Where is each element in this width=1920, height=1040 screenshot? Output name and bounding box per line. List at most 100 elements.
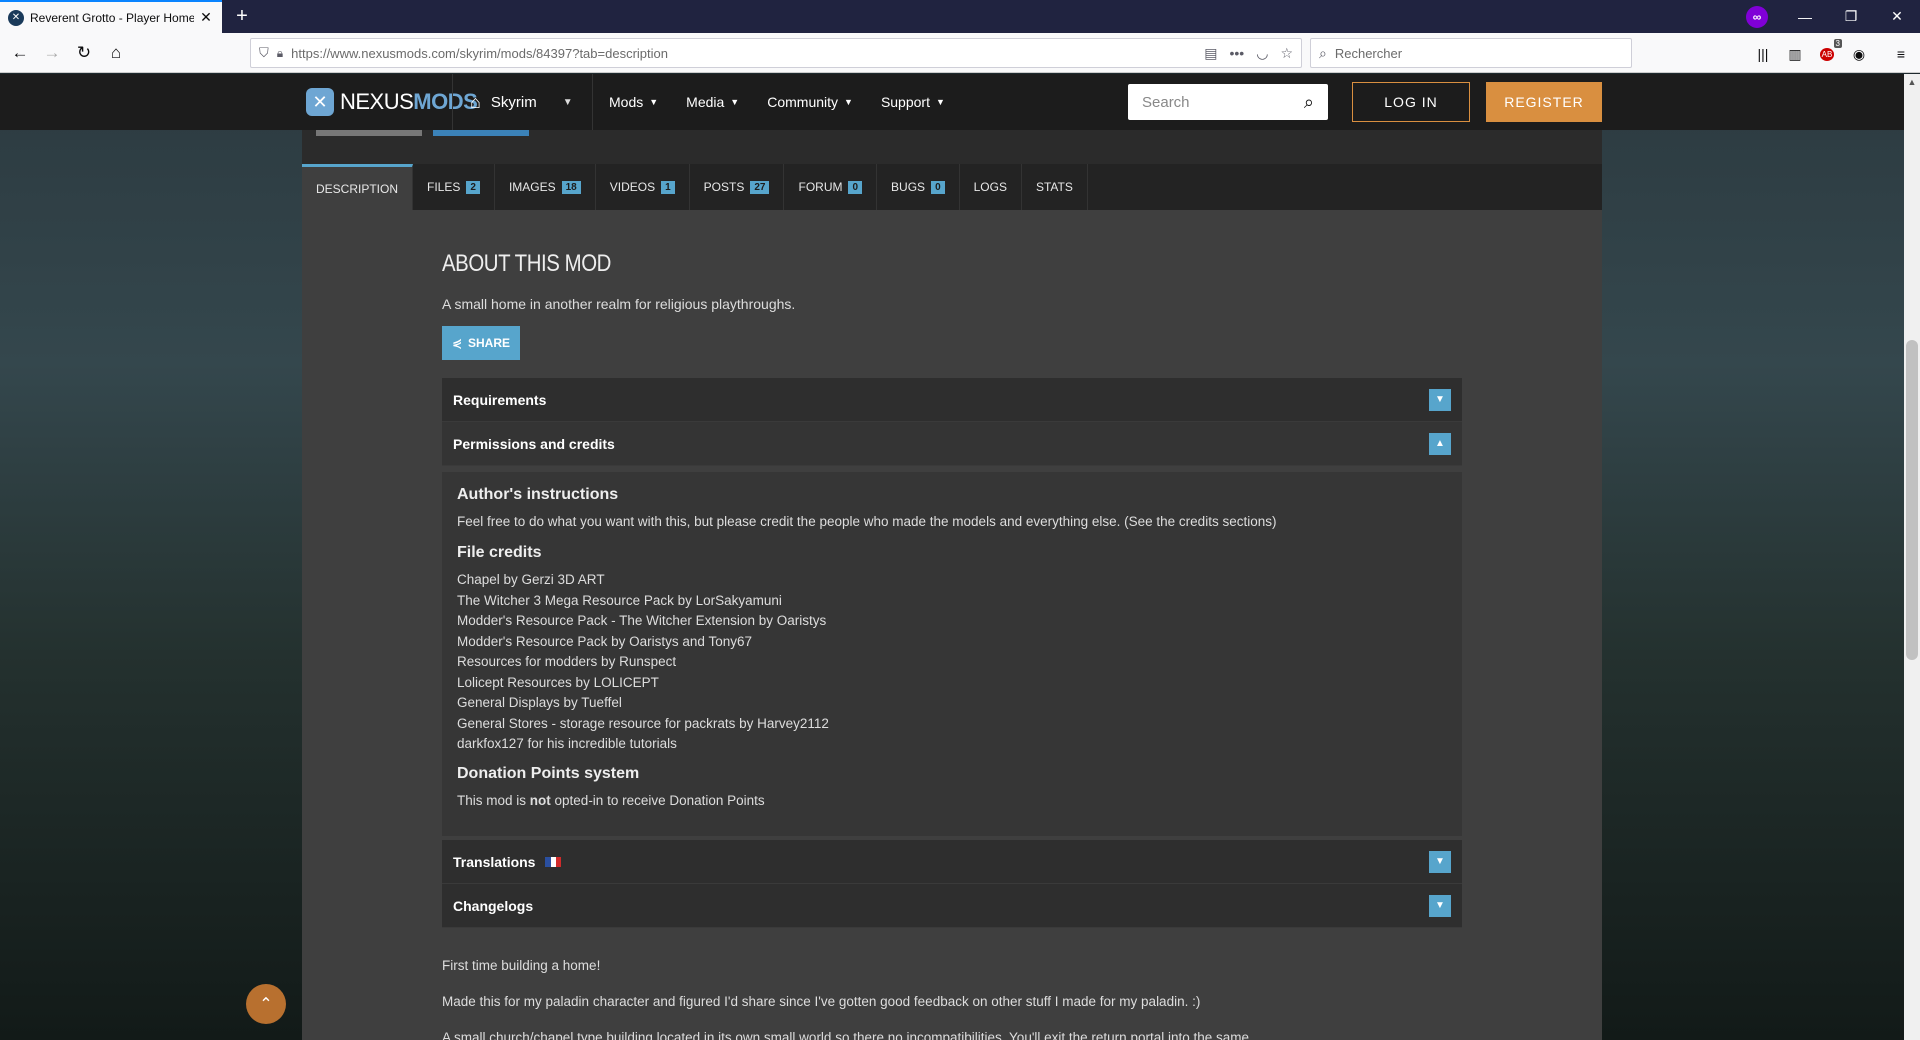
tab-logs[interactable]: LOGS [960, 164, 1022, 210]
site-search-input[interactable]: Search ⌕ [1128, 84, 1328, 120]
description-paragraph: Made this for my paladin character and f… [442, 994, 1201, 1009]
chevron-down-icon: ▼ [562, 96, 573, 108]
accordion-requirements[interactable]: Requirements ▼ [442, 378, 1462, 422]
chevron-up-icon[interactable]: ▲ [1429, 432, 1451, 455]
tab-label: FILES [427, 180, 461, 194]
tab-files[interactable]: FILES 2 [413, 164, 495, 210]
reader-view-icon[interactable]: ▤ [1204, 45, 1217, 62]
private-browsing-icon: ∞ [1746, 6, 1768, 28]
forward-icon[interactable]: → [38, 39, 66, 67]
donation-points-text: This mod is not opted-in to receive Dona… [457, 791, 1447, 811]
nexus-logo-icon: ✕ [306, 88, 334, 116]
search-icon[interactable]: ⌕ [1304, 92, 1314, 113]
url-text[interactable]: https://www.nexusmods.com/skyrim/mods/84… [291, 46, 1192, 61]
login-button[interactable]: LOG IN [1352, 82, 1470, 122]
page-title: ABOUT THIS MOD [442, 250, 611, 277]
scroll-up-icon[interactable]: ▲ [1904, 74, 1920, 90]
tab-stats[interactable]: STATS [1022, 164, 1088, 210]
author-instructions-heading: Author's instructions [457, 486, 619, 503]
tracking-shield-icon[interactable]: ⛉ [259, 45, 269, 61]
browser-tab[interactable]: ✕ Reverent Grotto - Player Home ✕ [0, 0, 222, 33]
site-search-placeholder: Search [1142, 93, 1190, 111]
library-icon[interactable]: ||| [1752, 43, 1774, 65]
page-viewport: ✕ NEXUSMODS ⌂ Skyrim ▼ Mods ▼ Media ▼ Comm… [0, 74, 1904, 1040]
list-item: General Stores - storage resource for pa… [457, 715, 829, 731]
donation-text-bold: not [529, 792, 551, 808]
menu-label: Community [767, 94, 839, 110]
menu-support[interactable]: Support ▼ [881, 94, 945, 110]
sidebar-icon[interactable]: ▥ [1784, 43, 1806, 65]
close-tab-icon[interactable]: ✕ [198, 9, 214, 26]
nexus-favicon-icon: ✕ [8, 9, 24, 26]
author-instructions-text: Feel free to do what you want with this,… [457, 514, 1277, 529]
chevron-down-icon[interactable]: ▼ [1429, 388, 1451, 411]
logo-text: NEXUSMODS [340, 89, 478, 115]
tab-videos[interactable]: VIDEOS 1 [596, 164, 690, 210]
tab-forum[interactable]: FORUM 0 [784, 164, 878, 210]
minimize-window-icon[interactable]: — [1782, 0, 1828, 33]
house-icon: ⌂ [470, 91, 481, 112]
list-item: The Witcher 3 Mega Resource Pack by LorS… [457, 592, 782, 608]
description-paragraph: First time building a home! [442, 958, 601, 973]
donation-points-heading: Donation Points system [457, 764, 640, 782]
tab-label: DESCRIPTION [316, 181, 399, 196]
mod-content: DESCRIPTION FILES 2 IMAGES 18 VIDEOS 1 POST… [302, 130, 1602, 1040]
site-header: ✕ NEXUSMODS ⌂ Skyrim ▼ Mods ▼ Media ▼ Comm… [0, 74, 1904, 130]
browser-nav-bar: ← → ↻ ⌂ ⛉ 🔒︎ https://www.nexusmods.com/s… [0, 33, 1920, 73]
list-item: Resources for modders by Runspect [457, 654, 677, 669]
menu-label: Media [686, 94, 725, 110]
new-tab-icon[interactable]: + [230, 4, 254, 28]
accordion-title: Translations [453, 854, 1429, 870]
share-label: SHARE [468, 336, 511, 350]
tab-count-badge: 0 [848, 180, 863, 194]
accordion-changelogs[interactable]: Changelogs ▼ [442, 884, 1462, 928]
clipped-button[interactable] [433, 130, 529, 136]
bookmark-star-icon[interactable]: ☆ [1280, 45, 1293, 62]
tab-description[interactable]: DESCRIPTION [302, 164, 414, 210]
description-paragraph: A small church/chapel type building loca… [442, 1030, 1250, 1040]
menu-community[interactable]: Community ▼ [767, 94, 853, 110]
back-to-top-button[interactable]: ⌃ [246, 984, 286, 1024]
share-button[interactable]: ⋞ SHARE [442, 326, 520, 360]
accordion-title: Requirements [453, 391, 547, 408]
accordion-translations[interactable]: Translations ▼ [442, 840, 1462, 884]
list-item: Modder's Resource Pack - The Witcher Ext… [457, 613, 827, 628]
chevron-down-icon[interactable]: ▼ [1429, 894, 1451, 917]
clipped-button[interactable] [316, 130, 422, 136]
close-window-icon[interactable]: ✕ [1874, 0, 1920, 33]
scrollbar-thumb[interactable] [1906, 340, 1918, 660]
tab-images[interactable]: IMAGES 18 [495, 164, 596, 210]
url-bar[interactable]: ⛉ 🔒︎ https://www.nexusmods.com/skyrim/mo… [250, 38, 1302, 68]
account-icon[interactable]: ◉ [1848, 43, 1870, 65]
game-selector[interactable]: ⌂ Skyrim ▼ [470, 74, 573, 130]
mod-summary: A small home in another realm for religi… [442, 296, 796, 312]
adblock-icon[interactable]: AB 3 [1816, 39, 1842, 65]
french-flag-icon [545, 856, 562, 867]
register-button[interactable]: REGISTER [1486, 82, 1602, 122]
tab-count-badge: 2 [466, 180, 480, 194]
adblock-count-badge: 3 [1833, 39, 1842, 48]
home-icon[interactable]: ⌂ [102, 39, 130, 67]
reload-icon[interactable]: ↻ [70, 39, 98, 67]
tab-label: LOGS [973, 180, 1007, 194]
browser-search-bar[interactable]: ⌕ Rechercher [1310, 38, 1632, 68]
lock-icon[interactable]: 🔒︎ [277, 46, 283, 61]
tab-label: POSTS [703, 180, 745, 194]
tab-bugs[interactable]: BUGS 0 [877, 164, 960, 210]
menu-media[interactable]: Media ▼ [686, 94, 739, 110]
browser-search-placeholder: Rechercher [1334, 45, 1403, 61]
tab-label: FORUM [798, 180, 843, 194]
accordion-permissions[interactable]: Permissions and credits ▲ [442, 422, 1462, 466]
back-icon[interactable]: ← [6, 39, 34, 67]
pocket-icon[interactable]: ◡ [1256, 45, 1268, 62]
hamburger-menu-icon[interactable]: ≡ [1890, 43, 1912, 65]
restore-window-icon[interactable]: ❐ [1828, 0, 1874, 33]
page-actions-icon[interactable]: ••• [1230, 45, 1245, 61]
tab-posts[interactable]: POSTS 27 [690, 164, 785, 210]
credits-list: Chapel by Gerzi 3D ART The Witcher 3 Meg… [457, 570, 1447, 755]
chevron-up-icon: ⌃ [259, 996, 273, 1013]
chevron-down-icon: ▼ [935, 97, 945, 107]
donation-text-a: This mod is [457, 792, 530, 808]
chevron-down-icon[interactable]: ▼ [1429, 850, 1451, 873]
menu-mods[interactable]: Mods ▼ [609, 94, 658, 110]
